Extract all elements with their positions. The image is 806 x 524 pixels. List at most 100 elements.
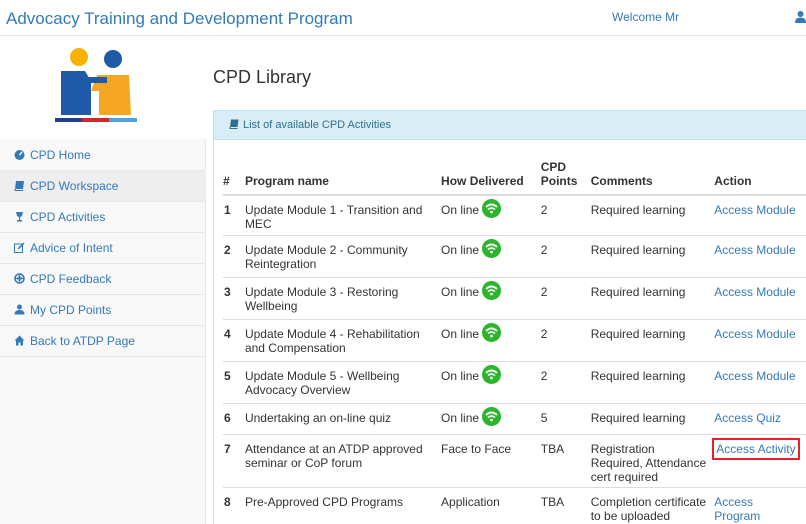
- sidebar: CPD Home CPD Workspace CPD Activities Ad…: [0, 37, 206, 524]
- comments: Completion certificate to be uploaded: [590, 487, 715, 524]
- program-name: Pre-Approved CPD Programs: [244, 487, 442, 524]
- sidebar-nav: CPD Home CPD Workspace CPD Activities Ad…: [0, 140, 206, 357]
- panel-heading-text: List of available CPD Activities: [243, 119, 391, 131]
- action-cell: Access Activity: [712, 434, 806, 488]
- table-row: 7 Attendance at an ATDP approved seminar …: [223, 434, 806, 488]
- program-name: Update Module 5 - Wellbeing Advocacy Ove…: [244, 361, 442, 404]
- row-number: 6: [223, 403, 245, 435]
- program-name: Update Module 1 - Transition and MEC: [244, 195, 442, 236]
- delivery-method: Face to Face: [441, 441, 512, 456]
- cpd-points: 2: [540, 277, 591, 320]
- online-wifi-icon: [482, 406, 502, 426]
- comments: Required learning: [590, 361, 715, 404]
- column-header-cpd-points: CPD Points: [540, 154, 591, 196]
- delivery-method: On line: [441, 284, 480, 299]
- sidebar-item-label: CPD Workspace: [30, 179, 119, 193]
- program-name: Attendance at an ATDP approved seminar o…: [244, 434, 442, 488]
- sidebar-item-cpd-workspace[interactable]: CPD Workspace: [0, 171, 206, 202]
- cpd-points: 2: [540, 235, 591, 278]
- cpd-points: 2: [540, 319, 591, 362]
- action-cell: Access Module: [714, 361, 806, 404]
- table-row: 1 Update Module 1 - Transition and MEC On …: [223, 195, 806, 236]
- sidebar-item-label: Back to ATDP Page: [30, 334, 135, 348]
- table-row: 4 Update Module 4 - Rehabilitation and Co…: [223, 319, 806, 362]
- delivery-method: On line: [441, 368, 480, 383]
- sidebar-item-back-to-atdp[interactable]: Back to ATDP Page: [0, 326, 206, 357]
- table-row: 5 Update Module 5 - Wellbeing Advocacy Ov…: [223, 361, 806, 404]
- trophy-icon: [16, 212, 23, 222]
- action-link[interactable]: Access Module: [714, 243, 795, 257]
- action-cell: Access Module: [714, 195, 806, 236]
- action-cell: Access Module: [714, 277, 806, 320]
- sidebar-item-label: CPD Home: [30, 148, 91, 162]
- cpd-points: TBA: [540, 434, 591, 488]
- row-number: 3: [223, 277, 245, 320]
- column-header-number: #: [223, 154, 245, 196]
- cpd-points: 2: [540, 361, 591, 404]
- brand-title[interactable]: Advocacy Training and Development Progra…: [6, 9, 353, 29]
- home-icon: [14, 335, 25, 346]
- delivery-method: On line: [441, 410, 480, 425]
- action-link[interactable]: Access Module: [714, 327, 795, 341]
- panel-heading: List of available CPD Activities: [214, 111, 806, 140]
- online-wifi-icon: [482, 238, 502, 258]
- row-number: 8: [223, 487, 245, 524]
- delivery-method: On line: [441, 326, 480, 341]
- cpd-points: TBA: [540, 487, 591, 524]
- sidebar-item-cpd-feedback[interactable]: CPD Feedback: [0, 264, 206, 295]
- table-row: 8 Pre-Approved CPD Programs Application TBA…: [223, 487, 806, 524]
- table-header-row: # Program name How Delivered CPD Points …: [223, 154, 806, 196]
- sidebar-item-label: My CPD Points: [30, 303, 112, 317]
- row-number: 5: [223, 361, 245, 404]
- action-link[interactable]: Access Module: [714, 285, 795, 299]
- action-cell: Access Module: [714, 319, 806, 362]
- sidebar-item-label: CPD Feedback: [30, 272, 112, 286]
- action-link[interactable]: Access Quiz: [714, 411, 781, 425]
- comments: Registration Required, Attendance cert r…: [590, 434, 715, 488]
- action-link[interactable]: Access Module: [714, 369, 795, 383]
- action-link[interactable]: Access Program: [714, 495, 760, 523]
- page-title: CPD Library: [213, 67, 312, 87]
- edit-icon: [14, 242, 25, 253]
- top-navbar: Advocacy Training and Development Progra…: [0, 0, 806, 36]
- logo-area: [0, 37, 206, 133]
- user-icon[interactable]: [795, 10, 806, 24]
- book-icon: [14, 181, 24, 191]
- two-people-logo: [55, 48, 137, 122]
- sidebar-item-cpd-home[interactable]: CPD Home: [0, 140, 206, 171]
- sidebar-item-advice-of-intent[interactable]: Advice of Intent: [0, 233, 206, 264]
- table-row: 2 Update Module 2 - Community Reintegrati…: [223, 235, 806, 278]
- user-icon: [14, 304, 25, 315]
- comments: Required learning: [590, 195, 715, 236]
- program-name: Update Module 2 - Community Reintegratio…: [244, 235, 442, 278]
- how-delivered-cell: On line: [441, 235, 541, 278]
- online-wifi-icon: [482, 364, 502, 384]
- row-number: 7: [223, 434, 245, 488]
- how-delivered-cell: On line: [441, 403, 541, 435]
- action-cell: Access Program: [714, 487, 806, 524]
- action-link[interactable]: Access Activity: [712, 437, 800, 460]
- column-header-comments: Comments: [590, 154, 715, 196]
- delivery-method: On line: [441, 203, 480, 217]
- comments: Required learning: [590, 235, 715, 278]
- online-wifi-icon: [482, 322, 502, 342]
- delivery-method: On line: [441, 242, 480, 257]
- lifebuoy-icon: [14, 273, 25, 284]
- table-row: 6 Undertaking an on-line quiz On line 5 Requ…: [223, 403, 806, 435]
- online-wifi-icon: [482, 199, 502, 219]
- sidebar-item-my-cpd-points[interactable]: My CPD Points: [0, 295, 206, 326]
- online-wifi-icon: [482, 280, 502, 300]
- how-delivered-cell: On line: [441, 319, 541, 362]
- row-number: 4: [223, 319, 245, 362]
- comments: Required learning: [590, 319, 715, 362]
- action-link[interactable]: Access Module: [714, 203, 795, 217]
- delivery-method: Application: [441, 494, 500, 509]
- sidebar-item-cpd-activities[interactable]: CPD Activities: [0, 202, 206, 233]
- welcome-text[interactable]: Welcome Mr: [612, 10, 679, 24]
- action-cell: Access Quiz: [714, 403, 806, 435]
- how-delivered-cell: Face to Face: [441, 434, 541, 488]
- action-cell: Access Module: [714, 235, 806, 278]
- cpd-points: 5: [540, 403, 591, 435]
- cpd-activities-table: # Program name How Delivered CPD Points …: [223, 154, 806, 524]
- comments: Required learning: [590, 277, 715, 320]
